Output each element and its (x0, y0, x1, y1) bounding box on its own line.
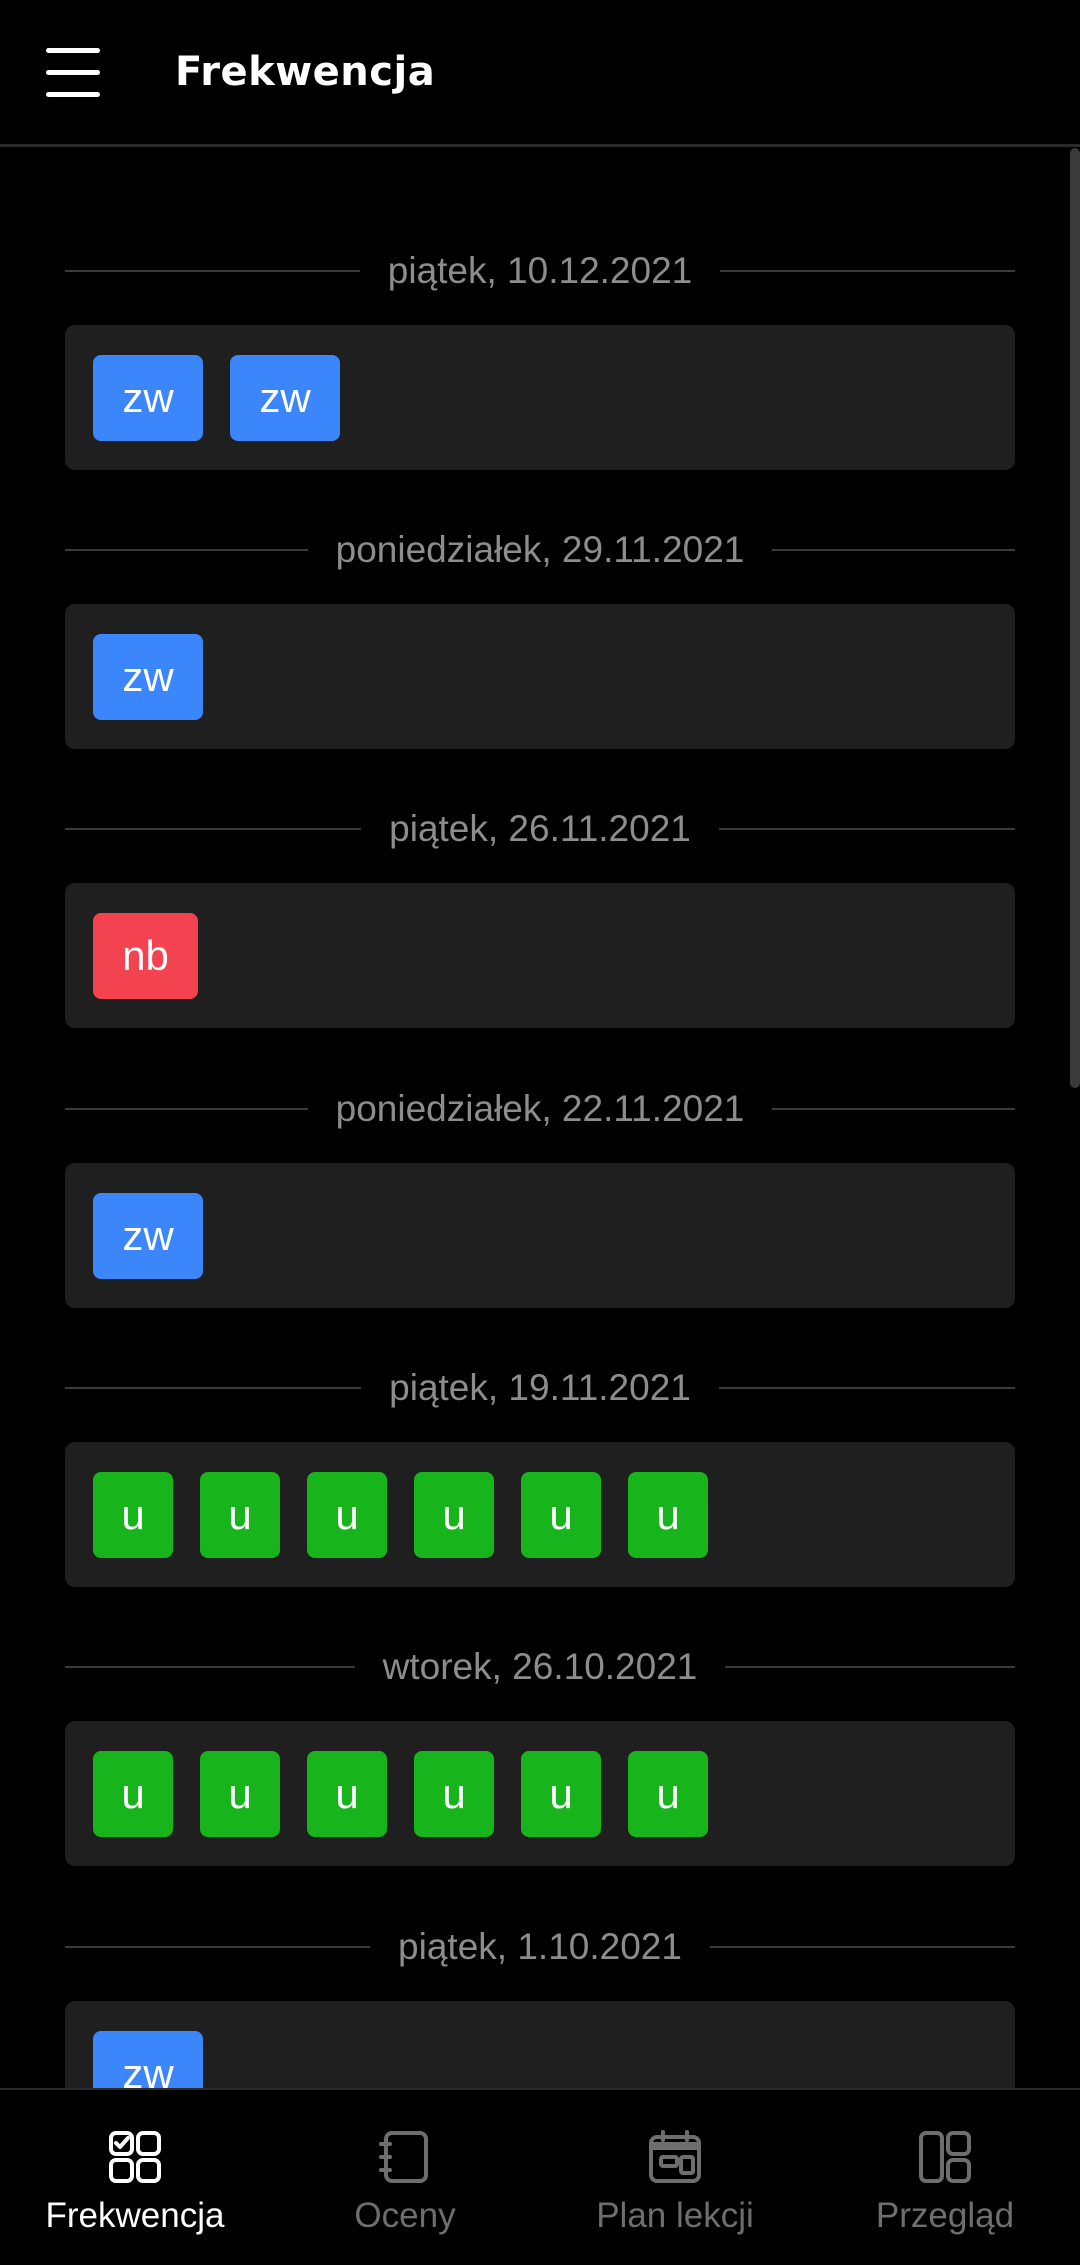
date-divider: wtorek, 26.10.2021 (65, 1637, 1015, 1697)
nav-item-przeglad[interactable]: Przegląd (810, 2090, 1080, 2265)
attendance-chip[interactable]: u (414, 1472, 494, 1558)
attendance-chip[interactable]: u (307, 1472, 387, 1558)
nav-item-oceny[interactable]: Oceny (270, 2090, 540, 2265)
attendance-card[interactable]: u u u u u u (65, 1721, 1015, 1866)
date-divider: piątek, 1.10.2021 (65, 1917, 1015, 1977)
menu-icon[interactable] (36, 38, 112, 108)
date-label: piątek, 10.12.2021 (387, 250, 693, 291)
attendance-list[interactable]: piątek, 10.12.2021 zw zw poniedziałek, 2… (0, 147, 1080, 2089)
attendance-card[interactable]: zw (65, 604, 1015, 749)
attendance-chip[interactable]: u (200, 1472, 280, 1558)
page-title: Frekwencja (175, 49, 436, 95)
nav-item-plan-lekcji[interactable]: Plan lekcji (540, 2090, 810, 2265)
attendance-chip[interactable]: u (521, 1472, 601, 1558)
attendance-chip[interactable]: zw (230, 355, 340, 441)
date-label: piątek, 1.10.2021 (398, 1926, 682, 1967)
date-divider: piątek, 19.11.2021 (65, 1358, 1016, 1418)
day-section: poniedziałek, 22.11.2021 zw (65, 1079, 1016, 1308)
notebook-icon (379, 2131, 428, 2183)
attendance-chip[interactable]: nb (93, 913, 198, 999)
attendance-card[interactable]: u u u u u u (65, 1442, 1015, 1587)
app-root: Frekwencja piątek, 10.12.2021 zw zw poni… (0, 0, 1080, 2265)
day-section: wtorek, 26.10.2021 u u u u u u (65, 1637, 1015, 1866)
nav-label: Frekwencja (45, 2196, 225, 2235)
attendance-chip[interactable]: u (200, 1751, 280, 1837)
bottom-navigation: Frekwencja Oceny Plan lekcji Przegląd (0, 2088, 1080, 2265)
date-divider: piątek, 10.12.2021 (65, 241, 1016, 301)
attendance-chip[interactable]: u (414, 1751, 494, 1837)
dashboard-icon (919, 2131, 971, 2183)
day-section: piątek, 26.11.2021 nb (65, 799, 1016, 1028)
day-section: piątek, 1.10.2021 zw (65, 1917, 1015, 2089)
attendance-card[interactable]: zw zw (65, 325, 1015, 470)
nav-label: Przegląd (875, 2196, 1015, 2235)
attendance-chip[interactable]: zw (93, 634, 203, 720)
attendance-chip[interactable]: u (93, 1751, 173, 1837)
attendance-chip[interactable]: zw (93, 355, 203, 441)
date-divider: poniedziałek, 29.11.2021 (65, 520, 1016, 580)
nav-label: Plan lekcji (596, 2196, 754, 2235)
calendar-icon (649, 2130, 701, 2183)
attendance-card[interactable]: nb (65, 883, 1015, 1028)
attendance-chip[interactable]: zw (93, 1193, 203, 1279)
attendance-card[interactable]: zw (65, 1163, 1015, 1308)
date-label: wtorek, 26.10.2021 (382, 1646, 698, 1687)
attendance-chip[interactable]: zw (93, 2031, 203, 2089)
date-divider: poniedziałek, 22.11.2021 (65, 1079, 1016, 1139)
date-label: piątek, 26.11.2021 (389, 808, 691, 849)
date-divider: piątek, 26.11.2021 (65, 799, 1016, 859)
nav-item-frekwencja[interactable]: Frekwencja (0, 2090, 270, 2265)
date-label: poniedziałek, 22.11.2021 (335, 1088, 745, 1129)
scrollbar[interactable] (1070, 148, 1080, 1088)
day-section: poniedziałek, 29.11.2021 zw (65, 520, 1016, 749)
date-label: poniedziałek, 29.11.2021 (335, 529, 745, 570)
attendance-chip[interactable]: u (93, 1472, 173, 1558)
attendance-chip[interactable]: u (628, 1751, 708, 1837)
attendance-card[interactable]: zw (65, 2001, 1015, 2089)
day-section: piątek, 19.11.2021 u u u u u u (65, 1358, 1016, 1587)
attendance-chip[interactable]: u (307, 1751, 387, 1837)
top-app-bar: Frekwencja (0, 0, 1080, 147)
attendance-chip[interactable]: u (628, 1472, 708, 1558)
nav-label: Oceny (354, 2196, 456, 2235)
attendance-chip[interactable]: u (521, 1751, 601, 1837)
day-section: piątek, 10.12.2021 zw zw (65, 241, 1016, 470)
date-label: piątek, 19.11.2021 (389, 1367, 691, 1408)
attendance-grid-icon (109, 2131, 161, 2183)
